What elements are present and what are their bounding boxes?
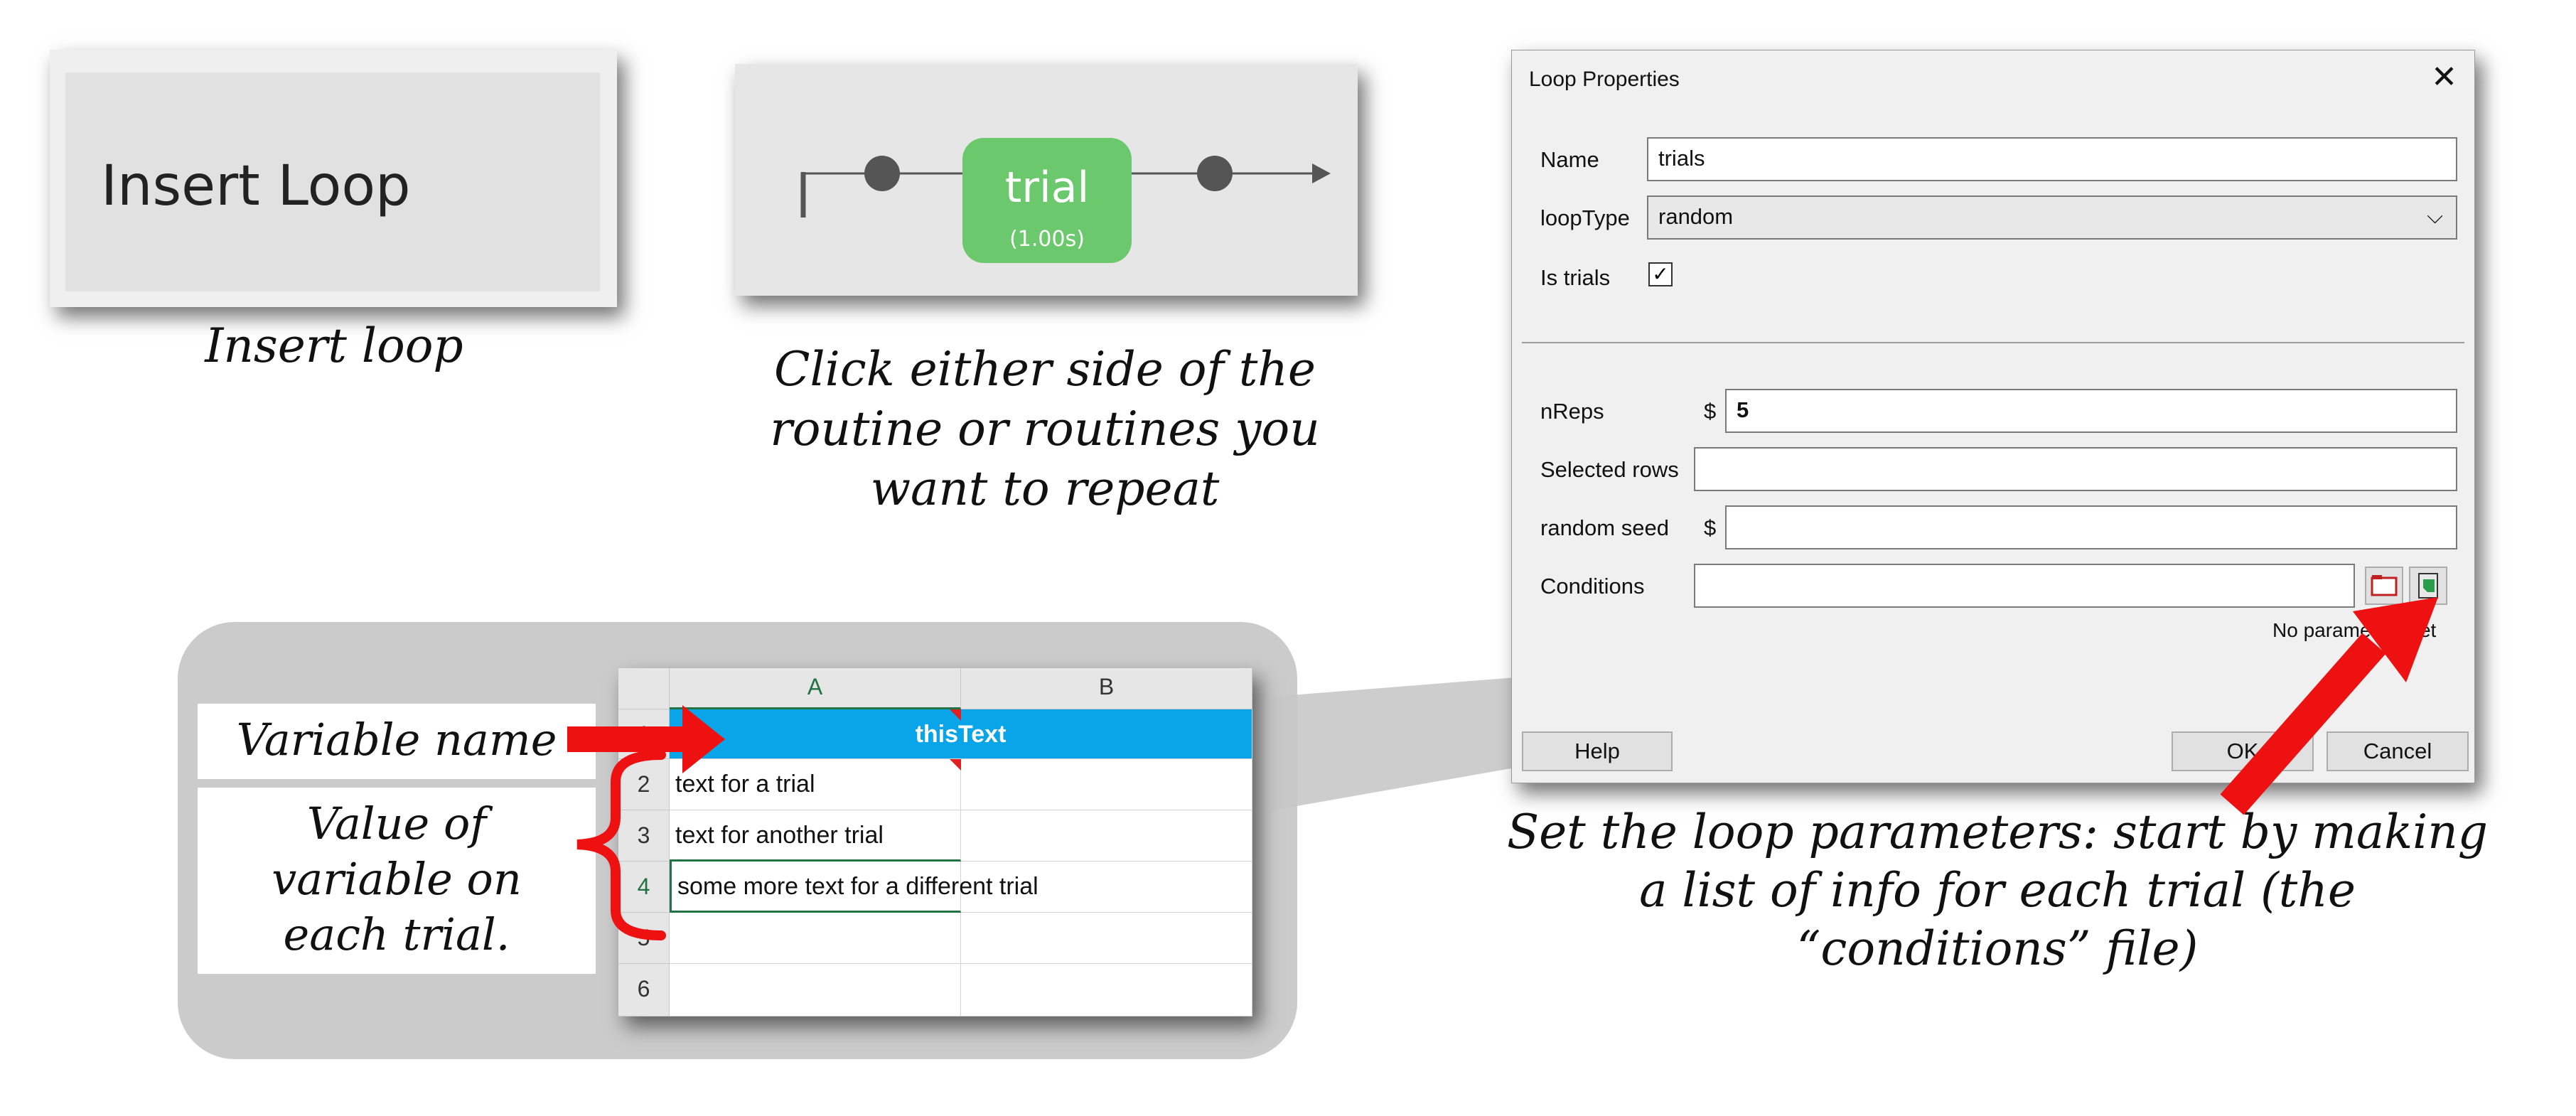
help-button[interactable]: Help <box>1522 731 1673 771</box>
name-label: Name <box>1540 147 1599 172</box>
random-seed-label: random seed <box>1540 515 1669 540</box>
insert-loop-button[interactable]: Insert Loop <box>65 73 600 291</box>
value-label-line: Value of <box>306 798 487 849</box>
name-input[interactable]: trials <box>1647 137 2457 181</box>
flow-arrowhead <box>1312 163 1331 183</box>
loop-insert-point-right[interactable] <box>1197 156 1233 191</box>
column-header-a[interactable]: A <box>670 668 961 709</box>
conditions-input[interactable] <box>1694 564 2355 608</box>
chevron-down-icon: ⌵ <box>2427 205 2443 228</box>
value-label-line: each trial. <box>283 908 510 960</box>
variable-name-box: Variable name <box>198 704 596 779</box>
cell-a2[interactable]: text for a trial <box>670 759 961 810</box>
value-label-line: variable on <box>272 853 522 905</box>
loop-type-select[interactable]: random ⌵ <box>1647 195 2457 240</box>
ok-button[interactable]: OK <box>2172 731 2314 771</box>
row-header[interactable]: 3 <box>618 810 670 862</box>
dialog-caption: Set the loop parameters: start by making… <box>1450 803 2545 978</box>
value-label: Value of variable on each trial. <box>198 796 596 962</box>
column-header-b[interactable]: B <box>961 668 1252 709</box>
conditions-label: Conditions <box>1540 574 1645 599</box>
dialog-title: Loop Properties <box>1529 68 1680 91</box>
row-header[interactable]: 5 <box>618 913 670 964</box>
cell-b3[interactable] <box>961 810 1252 862</box>
selected-rows-input[interactable] <box>1694 447 2457 491</box>
select-all-corner[interactable] <box>618 668 670 709</box>
random-seed-input[interactable] <box>1725 505 2457 549</box>
variable-name-label: Variable name <box>236 714 557 766</box>
loop-type-value: random <box>1658 204 1734 229</box>
cell-a5[interactable] <box>670 913 961 964</box>
cancel-button[interactable]: Cancel <box>2327 731 2469 771</box>
row-header[interactable]: 6 <box>618 964 670 1016</box>
flow-caption-line: Click either side of the <box>774 342 1316 397</box>
row-header[interactable]: 2 <box>618 759 670 810</box>
is-trials-label: Is trials <box>1540 265 1611 290</box>
cell-a3[interactable]: text for another trial <box>670 810 961 862</box>
cell-b4[interactable] <box>961 862 1252 913</box>
flow-caption-line: routine or routines you <box>770 402 1320 456</box>
cell-a6[interactable] <box>670 964 961 1016</box>
loop-insert-point-left[interactable] <box>864 156 900 191</box>
dialog-caption-line: “conditions” file) <box>1796 921 2199 976</box>
value-label-box: Value of variable on each trial. <box>198 788 596 974</box>
insert-loop-panel: Insert Loop <box>50 50 617 307</box>
dialog-caption-line: Set the loop parameters: start by making <box>1506 805 2489 859</box>
is-trials-checkbox[interactable]: ✓ <box>1648 262 1673 286</box>
routine-duration: (1.00s) <box>1009 227 1085 252</box>
nreps-dollar: $ <box>1704 399 1717 424</box>
dialog-separator <box>1522 342 2464 343</box>
flow-panel: trial (1.00s) <box>735 64 1358 296</box>
flow-diagram: trial (1.00s) <box>800 138 1331 263</box>
browse-conditions-button[interactable] <box>2365 567 2403 605</box>
cell-a1[interactable]: thisText <box>670 709 1252 759</box>
close-icon[interactable]: ✕ <box>2431 62 2457 93</box>
flow-caption: Click either side of the routine or rout… <box>711 340 1379 519</box>
cell-b2[interactable] <box>961 759 1252 810</box>
random-seed-dollar: $ <box>1704 515 1717 540</box>
spreadsheet: A B 1 thisText 2 text for a trial 3 text… <box>618 668 1252 1016</box>
insert-loop-label: Insert Loop <box>101 154 411 218</box>
loop-type-label: loopType <box>1540 205 1630 230</box>
edit-file-icon <box>2418 573 2438 599</box>
cell-b5[interactable] <box>961 913 1252 964</box>
cell-b6[interactable] <box>961 964 1252 1016</box>
loop-properties-dialog: Loop Properties ✕ Name trials loopType r… <box>1511 50 2475 783</box>
routine-name: trial <box>1005 163 1089 213</box>
dialog-caption-line: a list of info for each trial (the <box>1639 863 2356 918</box>
flow-caption-line: want to repeat <box>870 461 1220 516</box>
open-conditions-file-button[interactable] <box>2409 567 2447 605</box>
nreps-label: nReps <box>1540 399 1604 424</box>
cell-a4[interactable]: some more text for a different trial <box>670 862 1039 913</box>
insert-loop-caption: Insert loop <box>205 318 463 373</box>
selected-rows-label: Selected rows <box>1540 457 1679 482</box>
row-header[interactable]: 4 <box>618 862 670 913</box>
row-header[interactable]: 1 <box>618 709 670 759</box>
nreps-input[interactable]: 5 <box>1725 389 2457 433</box>
conditions-status-text: No parameters set <box>2272 619 2437 641</box>
folder-open-icon <box>2371 575 2398 596</box>
